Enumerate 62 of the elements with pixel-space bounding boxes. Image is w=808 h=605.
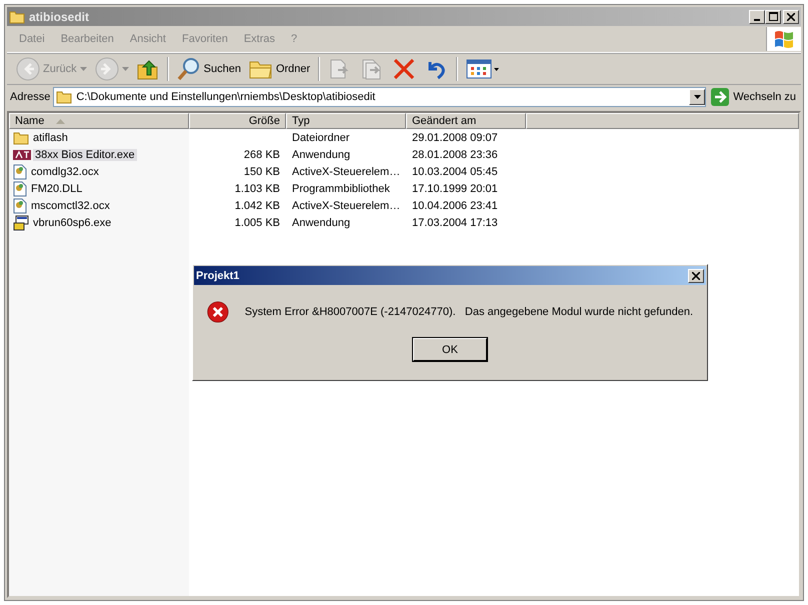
address-value: C:\Dokumente und Einstellungen\rniembs\Desktop\atibiosedit xyxy=(76,91,376,103)
file-type: ActiveX-Steuerelem… xyxy=(292,200,400,212)
file-size: 268 KB xyxy=(244,148,280,160)
ok-button[interactable]: OK xyxy=(413,338,487,361)
close-icon xyxy=(787,12,795,20)
file-type: ActiveX-Steuerelem… xyxy=(292,166,400,178)
file-gear-icon xyxy=(13,180,27,196)
modified-date: 10.03.2004 05:45 xyxy=(412,166,498,178)
file-name[interactable]: FM20.DLL xyxy=(29,182,84,194)
address-label: Adresse xyxy=(10,91,50,103)
column-header[interactable]: Geändert am xyxy=(406,113,526,129)
right-arrow-icon xyxy=(711,88,730,106)
file-size: 150 KB xyxy=(244,166,280,178)
search-button[interactable]: Suchen xyxy=(174,57,244,81)
modified-date: 17.10.1999 20:01 xyxy=(412,182,498,194)
delete-icon xyxy=(392,57,416,81)
folder-icon xyxy=(9,10,25,24)
file-gear-icon xyxy=(13,164,27,180)
column-header[interactable]: Typ xyxy=(286,113,406,129)
close-button[interactable] xyxy=(783,10,799,24)
go-button[interactable]: Wechseln zu xyxy=(709,88,798,106)
file-type: Anwendung xyxy=(292,216,350,228)
column-header[interactable]: Name xyxy=(9,113,189,129)
caret-icon xyxy=(122,67,129,71)
maximize-button[interactable] xyxy=(765,10,781,24)
file-type: Programmbibliothek xyxy=(292,182,390,194)
modified-date: 17.03.2004 17:13 xyxy=(412,216,498,228)
file-name[interactable]: 38xx Bios Editor.exe xyxy=(33,148,137,160)
app-icon xyxy=(13,148,31,162)
file-type: Anwendung xyxy=(292,148,350,160)
sort-arrow-icon xyxy=(56,118,66,124)
modified-date: 28.01.2008 23:36 xyxy=(412,148,498,160)
file-gear-icon xyxy=(13,198,27,214)
minimize-icon xyxy=(754,19,760,21)
close-icon xyxy=(692,272,700,280)
file-size: 1.042 KB xyxy=(234,200,280,212)
folders-button[interactable]: Ordner xyxy=(246,58,314,80)
search-icon xyxy=(176,57,201,81)
file-name[interactable]: vbrun60sp6.exe xyxy=(31,216,114,228)
file-name[interactable]: mscomctl32.ocx xyxy=(29,200,112,212)
installer-icon xyxy=(13,214,29,230)
file-name[interactable]: atiflash xyxy=(31,132,70,144)
file-name[interactable]: comdlg32.ocx xyxy=(29,166,101,178)
caret-icon xyxy=(80,67,87,71)
minimize-button[interactable] xyxy=(749,10,765,24)
file-size: 1.005 KB xyxy=(234,216,280,228)
folder-icon xyxy=(56,90,72,104)
column-header[interactable]: Größe xyxy=(189,113,286,129)
window-title: atibiosedit xyxy=(29,10,90,24)
flag-icon xyxy=(773,29,795,49)
modified-date: 10.04.2006 23:41 xyxy=(412,200,498,212)
close-button[interactable] xyxy=(688,268,704,282)
views-icon xyxy=(466,57,500,81)
dialog-title: Projekt1 xyxy=(196,270,240,282)
file-size: 1.103 KB xyxy=(234,182,280,194)
dropdown-button[interactable] xyxy=(689,89,706,105)
address-field[interactable]: C:\Dokumente und Einstellungen\rniembs\Desktop\atibiosedit xyxy=(53,87,706,107)
error-message: System Error &H8007007E (-2147024770). Das angegebene Modul wurde nicht gefunden. xyxy=(244,306,693,318)
file-type: Dateiordner xyxy=(292,132,350,144)
caret-icon xyxy=(694,95,701,99)
maximize-icon xyxy=(768,12,778,21)
modified-date: 29.01.2008 09:07 xyxy=(412,132,498,144)
